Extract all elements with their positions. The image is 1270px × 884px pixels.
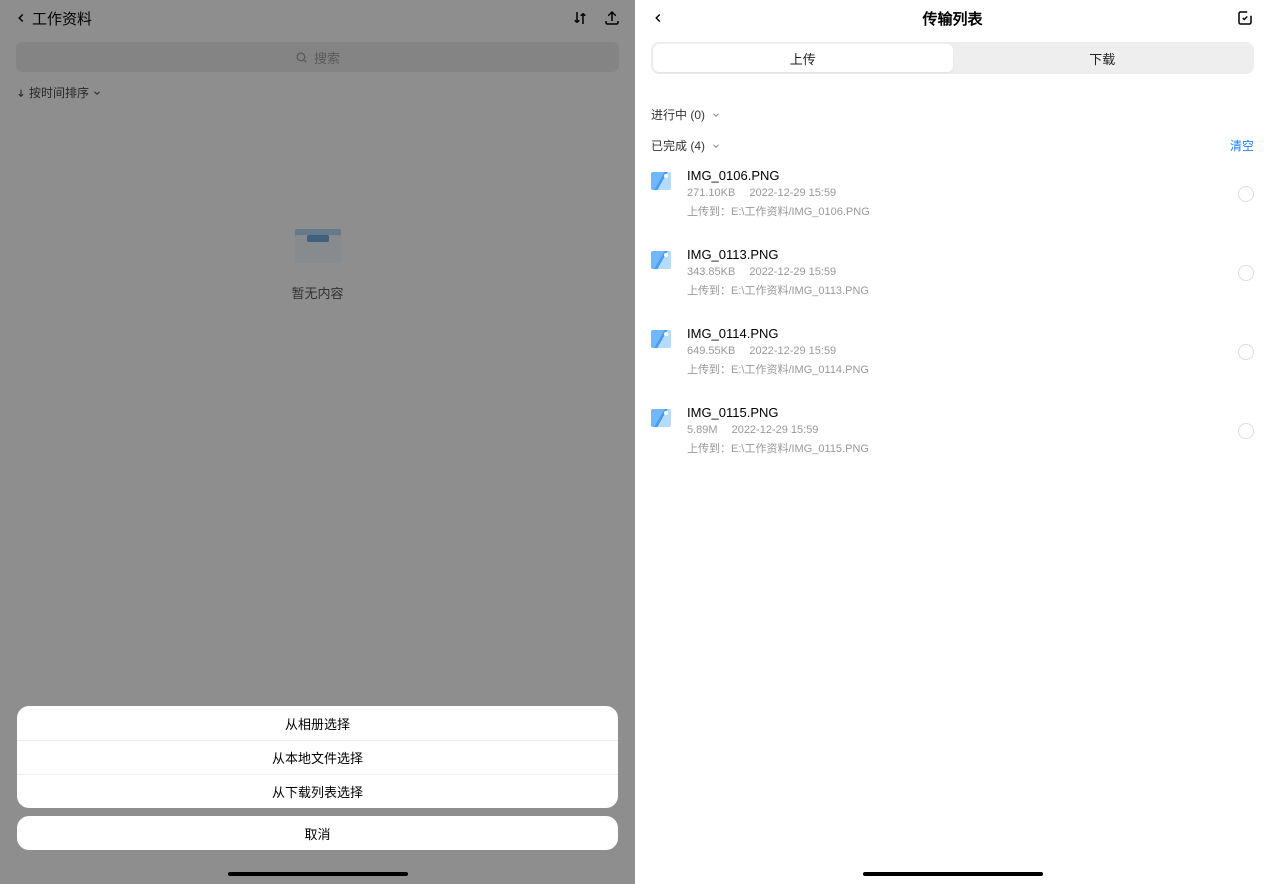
file-path: 上传到：E:\工作资料/IMG_0114.PNG [687, 361, 1222, 377]
image-icon [651, 172, 671, 190]
file-size: 649.55KB [687, 345, 735, 357]
folder-title: 工作资料 [32, 8, 92, 29]
action-sheet: 从相册选择 从本地文件选择 从下载列表选择 取消 [17, 706, 618, 850]
back-icon[interactable] [14, 11, 28, 25]
file-path: 上传到：E:\工作资料/IMG_0115.PNG [687, 440, 1222, 456]
list-item[interactable]: IMG_0114.PNG 649.55KB 2022-12-29 15:59 上传… [651, 312, 1254, 391]
sheet-download-button[interactable]: 从下载列表选择 [17, 774, 618, 808]
file-list: IMG_0106.PNG 271.10KB 2022-12-29 15:59 上传… [635, 154, 1270, 470]
search-placeholder: 搜索 [314, 48, 340, 67]
image-icon [651, 330, 671, 348]
list-item[interactable]: IMG_0115.PNG 5.89M 2022-12-29 15:59 上传到：E… [651, 391, 1254, 470]
home-indicator [228, 872, 408, 876]
completed-label: 已完成 (4) [651, 137, 705, 154]
file-name: IMG_0106.PNG [687, 168, 1222, 183]
sheet-album-button[interactable]: 从相册选择 [17, 706, 618, 740]
home-indicator [863, 872, 1043, 876]
upload-icon[interactable] [603, 9, 621, 27]
search-input[interactable]: 搜索 [16, 42, 619, 72]
page-title: 传输列表 [922, 8, 982, 29]
clear-button[interactable]: 清空 [1230, 137, 1254, 154]
right-panel: 传输列表 上传 下载 进行中 (0) 已完成 (4) 清空 IMG_0106.P… [635, 0, 1270, 884]
tabs: 上传 下载 [651, 42, 1254, 74]
sort-icon[interactable] [571, 9, 589, 27]
file-name: IMG_0113.PNG [687, 247, 1222, 262]
sheet-local-button[interactable]: 从本地文件选择 [17, 740, 618, 774]
file-path: 上传到：E:\工作资料/IMG_0106.PNG [687, 203, 1222, 219]
select-radio[interactable] [1238, 423, 1254, 439]
left-panel: 工作资料 搜索 按时间排序 暂无内容 [0, 0, 635, 884]
select-radio[interactable] [1238, 344, 1254, 360]
back-icon[interactable] [651, 11, 665, 25]
left-header: 工作资料 [0, 0, 635, 36]
chevron-down-icon [711, 141, 721, 151]
file-time: 2022-12-29 15:59 [749, 266, 836, 278]
arrow-down-icon [16, 88, 26, 98]
search-icon [295, 51, 308, 64]
chevron-down-icon [92, 88, 102, 98]
chevron-down-icon [711, 110, 721, 120]
file-size: 271.10KB [687, 187, 735, 199]
file-name: IMG_0115.PNG [687, 405, 1222, 420]
image-icon [651, 409, 671, 427]
image-icon [651, 251, 671, 269]
sort-label: 按时间排序 [29, 84, 89, 101]
select-icon[interactable] [1236, 9, 1254, 27]
cancel-button[interactable]: 取消 [17, 816, 618, 850]
select-radio[interactable] [1238, 186, 1254, 202]
empty-text: 暂无内容 [291, 283, 343, 302]
file-size: 5.89M [687, 424, 718, 436]
file-size: 343.85KB [687, 266, 735, 278]
tab-upload[interactable]: 上传 [653, 44, 953, 72]
sort-dropdown[interactable]: 按时间排序 [0, 72, 635, 101]
completed-toggle[interactable]: 已完成 (4) [651, 137, 721, 154]
empty-state: 暂无内容 [0, 225, 635, 302]
file-path: 上传到：E:\工作资料/IMG_0113.PNG [687, 282, 1222, 298]
list-item[interactable]: IMG_0106.PNG 271.10KB 2022-12-29 15:59 上传… [651, 154, 1254, 233]
tab-download[interactable]: 下载 [953, 44, 1253, 72]
file-time: 2022-12-29 15:59 [732, 424, 819, 436]
file-time: 2022-12-29 15:59 [749, 187, 836, 199]
completed-header: 已完成 (4) 清空 [635, 137, 1270, 154]
inprogress-label: 进行中 (0) [651, 106, 705, 123]
file-name: IMG_0114.PNG [687, 326, 1222, 341]
list-item[interactable]: IMG_0113.PNG 343.85KB 2022-12-29 15:59 上传… [651, 233, 1254, 312]
inbox-icon [295, 225, 341, 263]
file-time: 2022-12-29 15:59 [749, 345, 836, 357]
right-header: 传输列表 [635, 0, 1270, 36]
select-radio[interactable] [1238, 265, 1254, 281]
inprogress-header[interactable]: 进行中 (0) [635, 106, 1270, 123]
